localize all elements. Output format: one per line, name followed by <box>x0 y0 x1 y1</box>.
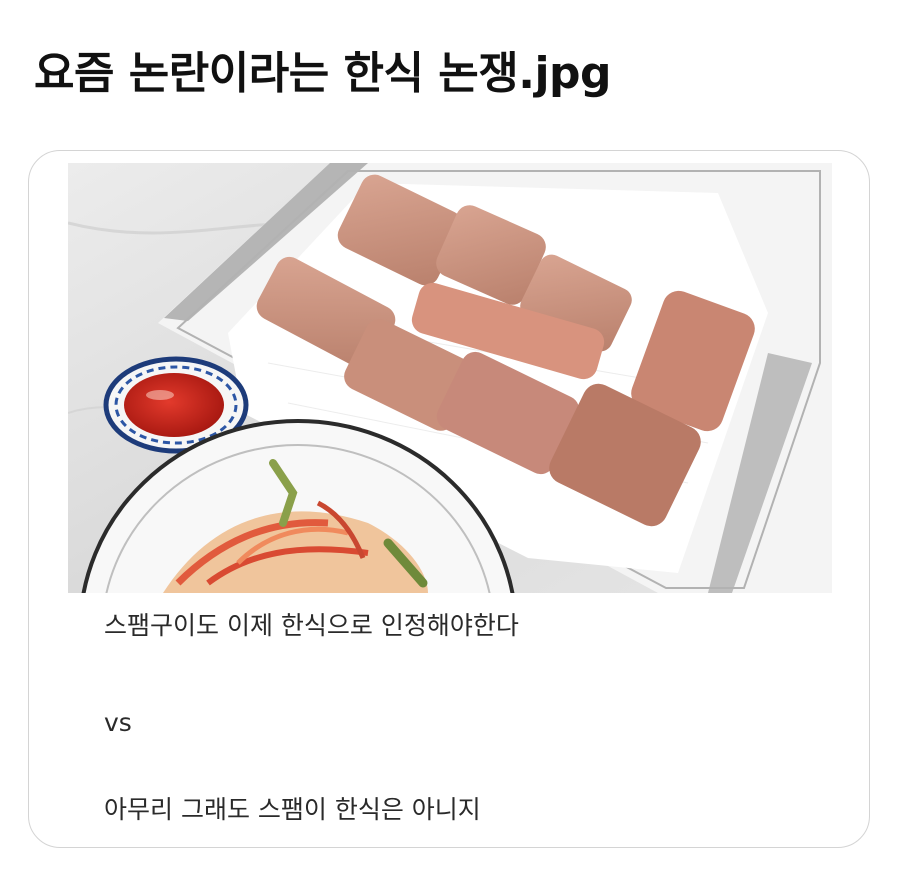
caption-anti-spam: 아무리 그래도 스팸이 한식은 아니지 <box>104 795 481 824</box>
post-title: 요즘 논란이라는 한식 논쟁.jpg <box>34 48 612 99</box>
caption-pro-spam: 스팸구이도 이제 한식으로 인정해야한다 <box>104 611 519 640</box>
caption-vs: vs <box>104 708 132 737</box>
spam-photo <box>68 163 832 593</box>
spam-photo-illustration <box>68 163 832 593</box>
